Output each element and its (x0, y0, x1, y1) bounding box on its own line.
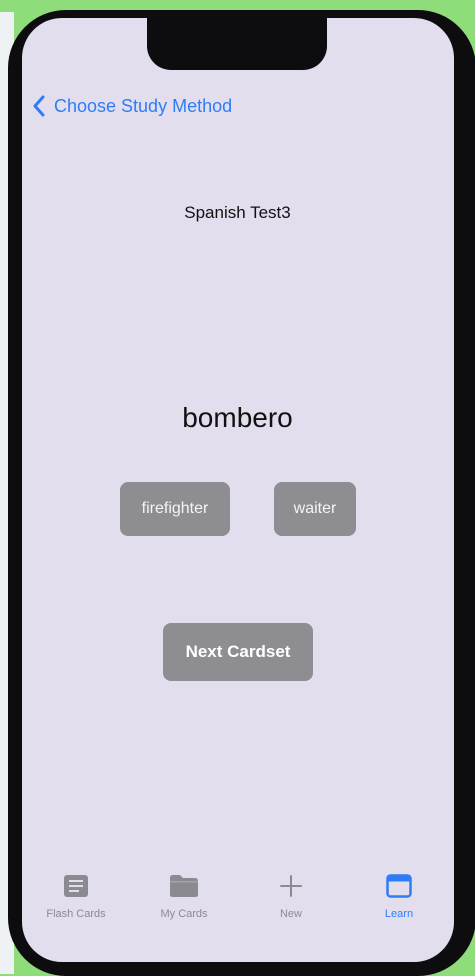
tab-label: Learn (384, 908, 414, 920)
answer-option-button[interactable]: firefighter (120, 482, 230, 536)
back-button[interactable]: Choose Study Method (32, 95, 232, 117)
phone-notch (147, 12, 327, 70)
card-word: bombero (182, 402, 293, 433)
tab-label: New (279, 908, 302, 920)
plus-icon (279, 870, 303, 902)
learn-icon (386, 870, 412, 902)
tab-label: My Cards (160, 908, 208, 920)
deck-title: Spanish Test3 (184, 203, 291, 222)
chevron-left-icon (33, 95, 45, 117)
next-cardset-button[interactable]: Next Cardset (163, 623, 313, 681)
tab-learn[interactable]: Learn (354, 870, 444, 920)
tab-label: Flash Cards (46, 908, 106, 920)
tab-flash-cards[interactable]: Flash Cards (31, 870, 121, 920)
flash-cards-icon (63, 870, 89, 902)
tab-bar: Flash Cards My Cards New Learn (22, 870, 454, 940)
tab-new[interactable]: New (246, 870, 336, 920)
folder-icon (169, 870, 199, 902)
tab-my-cards[interactable]: My Cards (139, 870, 229, 920)
answer-option-button[interactable]: waiter (274, 482, 356, 536)
app-screen (22, 18, 454, 962)
back-button-label: Choose Study Method (54, 95, 233, 116)
